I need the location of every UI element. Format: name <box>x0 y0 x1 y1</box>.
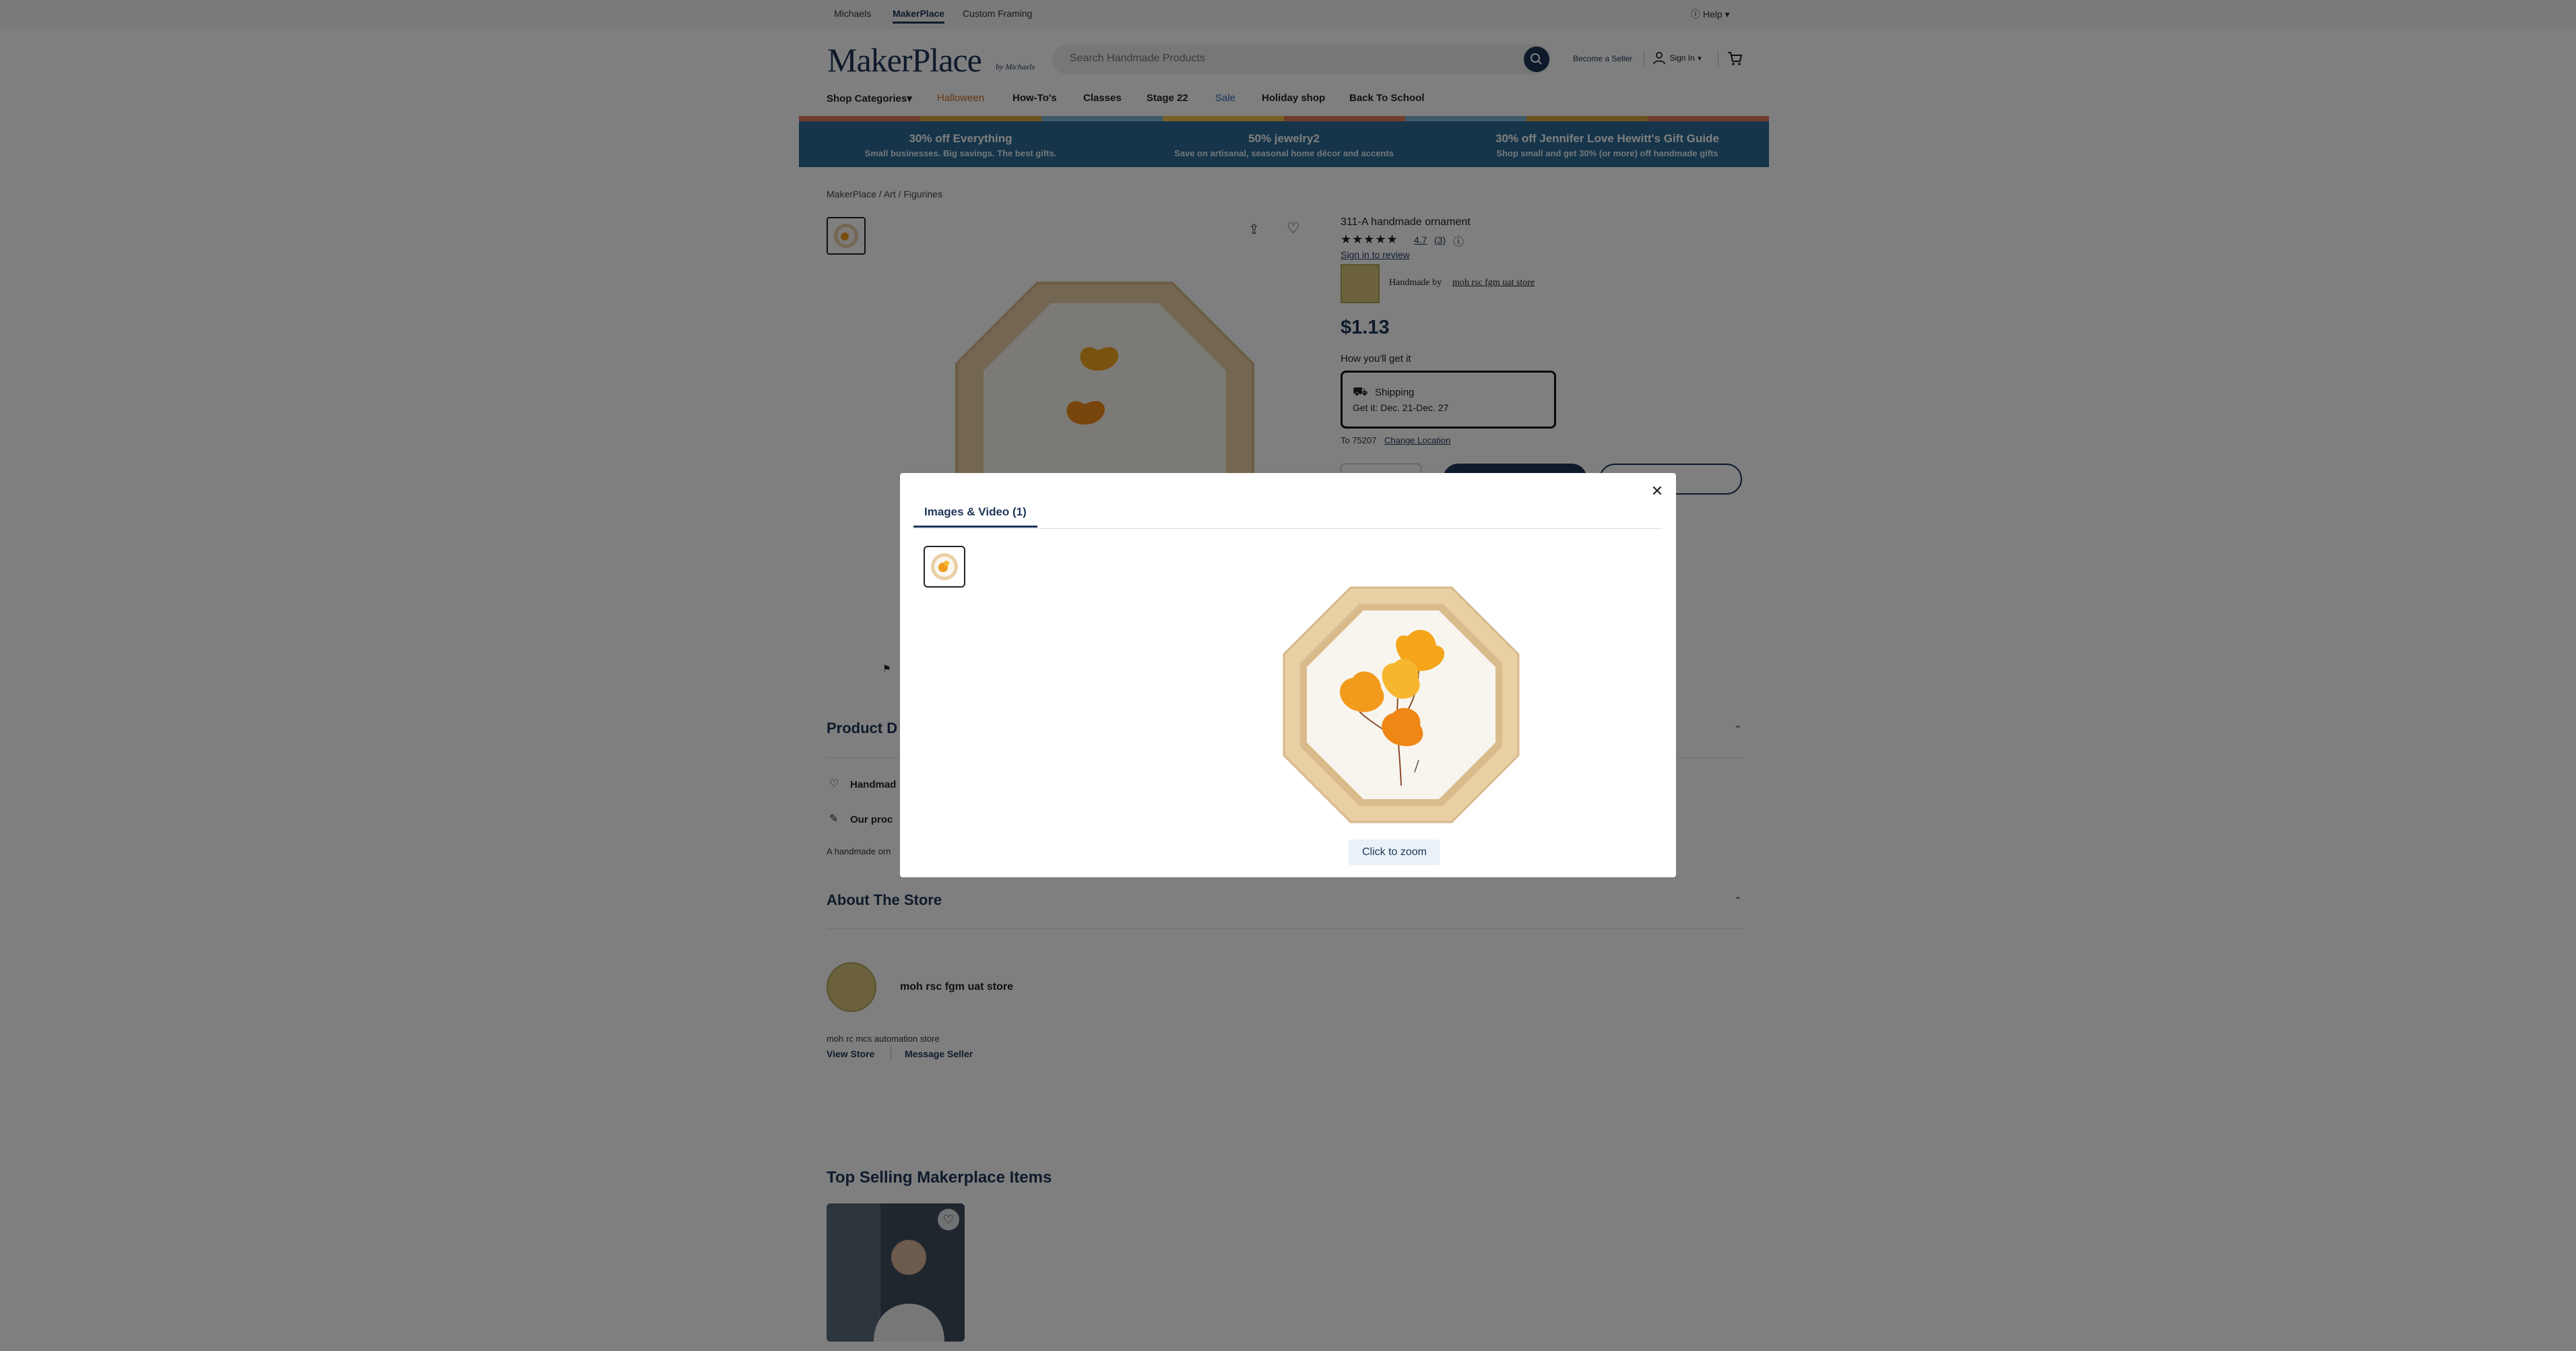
click-to-zoom-label: Click to zoom <box>1361 846 1427 858</box>
close-icon[interactable]: ✕ <box>1646 480 1669 503</box>
tab-divider <box>913 528 1663 529</box>
tab-images-video[interactable]: Images & Video (1) <box>913 503 1037 528</box>
modal-product-image[interactable] <box>1280 584 1522 826</box>
ornament-thumbnail-image <box>931 553 958 580</box>
modal-thumbnail[interactable] <box>924 546 965 588</box>
